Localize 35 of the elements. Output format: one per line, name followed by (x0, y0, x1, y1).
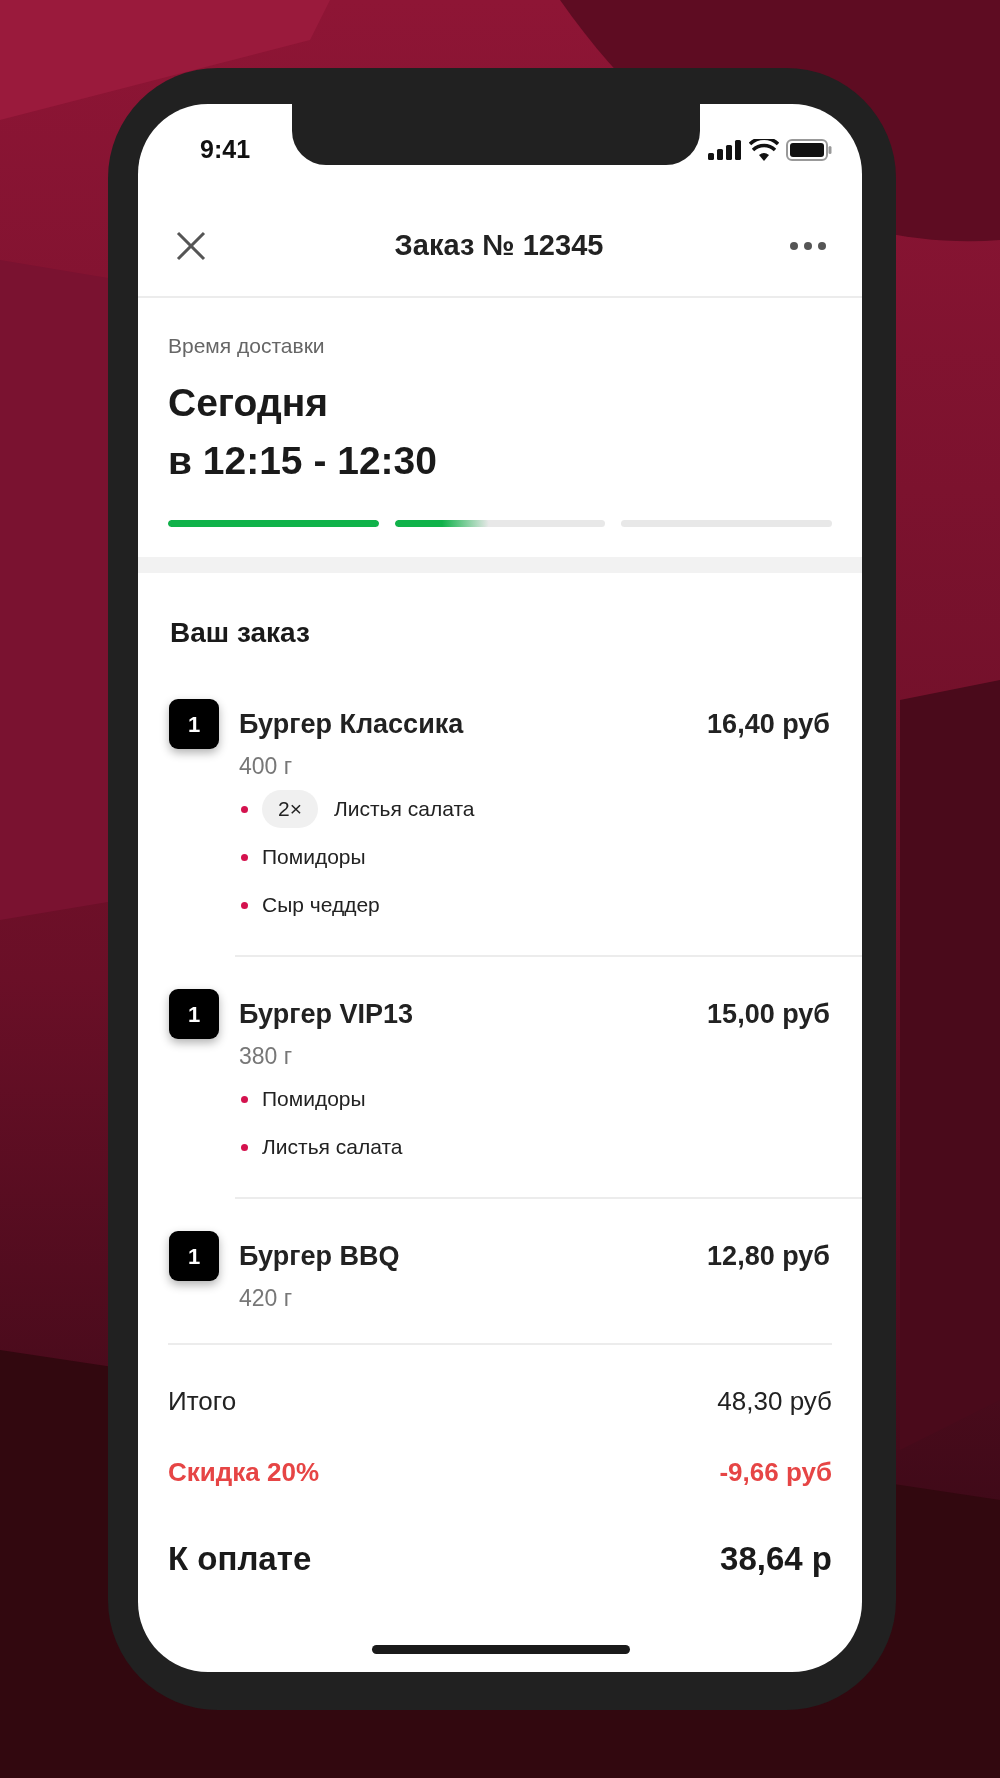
item-price: 12,80 руб (707, 1239, 830, 1273)
delivery-time: Сегодня в 12:15 - 12:30 (168, 380, 438, 484)
option-label: Помидоры (262, 1086, 366, 1113)
section-title: Ваш заказ (169, 616, 311, 650)
option-label: Листья салата (262, 1134, 403, 1161)
close-button[interactable] (174, 229, 208, 263)
item-price: 15,00 руб (707, 997, 830, 1031)
total-value: 48,30 руб (717, 1384, 832, 1418)
more-icon (790, 242, 826, 250)
item-weight: 380 г (239, 1042, 294, 1071)
signal-icon (708, 140, 742, 160)
screen-title: Заказ № 12345 (394, 228, 604, 264)
total-label: К оплате (168, 1539, 312, 1580)
quantity-badge: 1 (169, 699, 219, 749)
total-label: Скидка 20% (168, 1455, 319, 1489)
option-label: Сыр чеддер (262, 892, 380, 919)
quantity-chip: 2× (262, 790, 318, 828)
item-name: Бургер VIP13 (239, 997, 413, 1031)
close-icon (176, 231, 206, 261)
option-label: Листья салата (333, 796, 475, 823)
item-weight: 400 г (239, 752, 294, 781)
item-price: 16,40 руб (707, 707, 830, 741)
battery-icon (786, 139, 832, 161)
item-name: Бургер Классика (239, 707, 464, 741)
delivery-label: Время доставки (168, 333, 326, 359)
item-weight: 420 г (239, 1284, 294, 1313)
total-value: 38,64 р (720, 1539, 832, 1580)
quantity-badge: 1 (169, 989, 219, 1039)
total-value: -9,66 руб (719, 1455, 832, 1489)
total-label: Итого (168, 1384, 237, 1418)
status-time: 9:41 (200, 134, 251, 166)
item-name: Бургер BBQ (239, 1239, 400, 1273)
wifi-icon (749, 139, 779, 161)
option-label: Помидоры (262, 844, 366, 871)
quantity-badge: 1 (169, 1231, 219, 1281)
